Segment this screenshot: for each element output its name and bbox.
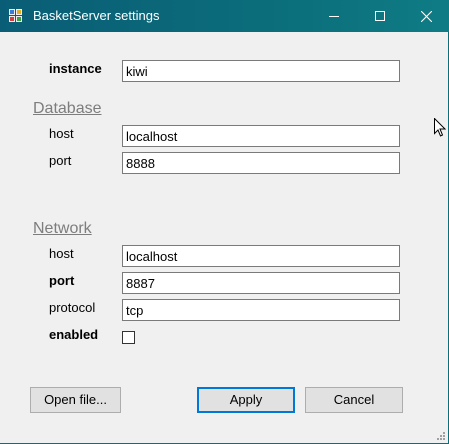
network-protocol-field[interactable]: [122, 299, 400, 321]
app-icon-quad: [9, 9, 15, 15]
network-enabled-label: enabled: [49, 327, 99, 342]
instance-label: instance: [49, 61, 102, 76]
window-title: BasketServer settings: [33, 8, 160, 23]
network-protocol-label: protocol: [49, 300, 96, 315]
database-host-label: host: [49, 126, 74, 141]
network-enabled-checkbox[interactable]: [122, 331, 135, 344]
minimize-button[interactable]: [311, 0, 357, 32]
open-file-button[interactable]: Open file...: [30, 387, 121, 413]
app-icon-quad: [9, 16, 15, 22]
database-port-field[interactable]: [122, 152, 400, 174]
instance-field[interactable]: [122, 60, 400, 82]
settings-window: BasketServer settings instance Database …: [0, 0, 449, 444]
cancel-button[interactable]: Cancel: [305, 387, 403, 413]
network-port-field[interactable]: [122, 272, 400, 294]
database-group-label: Database: [33, 100, 102, 117]
maximize-icon: [375, 11, 385, 21]
mouse-cursor-icon: [434, 118, 446, 137]
resize-grip-icon[interactable]: [436, 431, 446, 441]
app-icon-quad: [16, 9, 22, 15]
apply-button[interactable]: Apply: [197, 387, 295, 413]
title-bar[interactable]: BasketServer settings: [0, 0, 449, 32]
maximize-button[interactable]: [357, 0, 403, 32]
database-host-field[interactable]: [122, 125, 400, 147]
network-host-label: host: [49, 246, 74, 261]
close-icon: [420, 10, 432, 22]
close-button[interactable]: [403, 0, 449, 32]
network-host-field[interactable]: [122, 245, 400, 267]
app-icon: [9, 9, 23, 23]
network-group-label: Network: [33, 220, 92, 237]
minimize-icon: [329, 16, 339, 17]
network-port-label: port: [49, 273, 75, 288]
database-port-label: port: [49, 153, 72, 168]
app-icon-quad: [16, 16, 22, 22]
